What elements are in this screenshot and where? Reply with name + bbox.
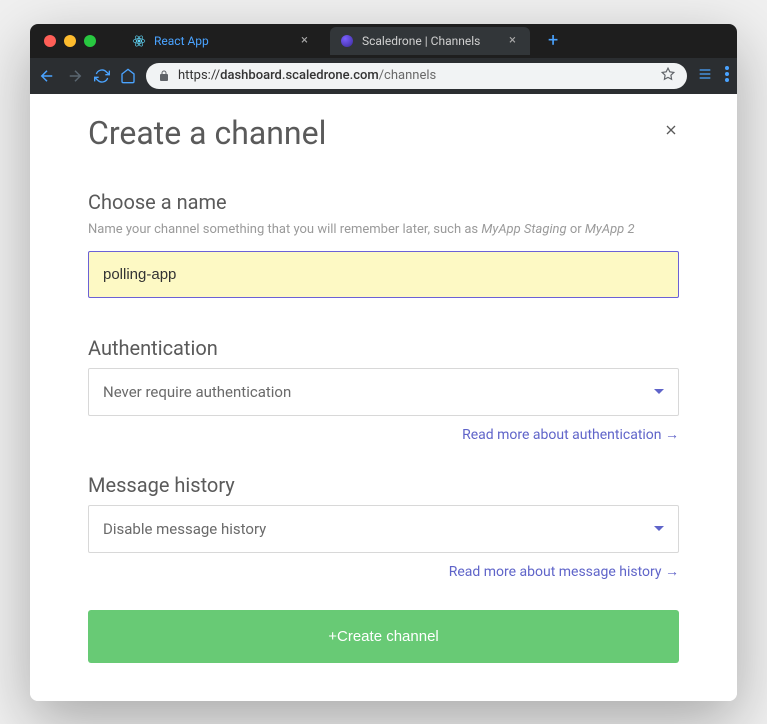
tab-react-app[interactable]: React App × xyxy=(122,27,322,55)
dialog-header: Create a channel xyxy=(88,114,679,152)
new-tab-button[interactable]: + xyxy=(538,30,568,51)
tab-close-icon[interactable]: × xyxy=(505,33,520,48)
url-bar[interactable]: https://dashboard.scaledrone.com/channel… xyxy=(146,63,687,89)
authentication-selected-label: Never require authentication xyxy=(103,383,291,401)
bookmark-star-icon[interactable] xyxy=(661,67,675,85)
browser-titlebar: React App × Scaledrone | Channels × + ht… xyxy=(30,24,737,94)
browser-toolbar: https://dashboard.scaledrone.com/channel… xyxy=(30,58,737,94)
forward-button[interactable] xyxy=(66,67,84,85)
message-history-heading: Message history xyxy=(88,473,679,497)
home-button[interactable] xyxy=(120,68,136,84)
back-button[interactable] xyxy=(38,67,56,85)
window-minimize-icon[interactable] xyxy=(64,35,76,47)
tab-strip: React App × Scaledrone | Channels × + xyxy=(30,24,737,58)
reload-button[interactable] xyxy=(94,68,110,84)
chevron-down-icon xyxy=(654,526,664,531)
authentication-select[interactable]: Never require authentication xyxy=(88,368,679,416)
close-dialog-button[interactable] xyxy=(663,122,679,143)
tab-label: Scaledrone | Channels xyxy=(362,34,480,48)
devtools-icon[interactable] xyxy=(697,66,713,86)
scaledrone-icon xyxy=(340,34,354,48)
browser-window: React App × Scaledrone | Channels × + ht… xyxy=(30,24,737,701)
lock-icon xyxy=(158,70,170,82)
page-title: Create a channel xyxy=(88,114,326,152)
menu-icon[interactable] xyxy=(725,66,729,86)
react-icon xyxy=(132,34,146,48)
authentication-heading: Authentication xyxy=(88,336,679,360)
tab-label: React App xyxy=(154,34,209,48)
create-channel-button[interactable]: +Create channel xyxy=(88,610,679,663)
chevron-down-icon xyxy=(654,389,664,394)
name-heading: Choose a name xyxy=(88,190,679,214)
url-text: https://dashboard.scaledrone.com/channel… xyxy=(178,68,436,83)
page-content: Create a channel Choose a name Name your… xyxy=(30,94,737,701)
channel-name-input[interactable] xyxy=(88,251,679,298)
message-history-readmore-link[interactable]: Read more about message history → xyxy=(449,564,679,580)
authentication-readmore-link[interactable]: Read more about authentication → xyxy=(462,427,679,443)
window-close-icon[interactable] xyxy=(44,35,56,47)
message-history-selected-label: Disable message history xyxy=(103,520,266,538)
extension-icons xyxy=(697,66,729,86)
name-hint: Name your channel something that you wil… xyxy=(88,222,679,237)
tab-close-icon[interactable]: × xyxy=(297,33,312,48)
authentication-readmore: Read more about authentication → xyxy=(88,426,679,443)
message-history-select[interactable]: Disable message history xyxy=(88,505,679,553)
traffic-lights xyxy=(44,35,96,47)
window-zoom-icon[interactable] xyxy=(84,35,96,47)
tab-scaledrone[interactable]: Scaledrone | Channels × xyxy=(330,27,530,55)
message-history-readmore: Read more about message history → xyxy=(88,563,679,580)
